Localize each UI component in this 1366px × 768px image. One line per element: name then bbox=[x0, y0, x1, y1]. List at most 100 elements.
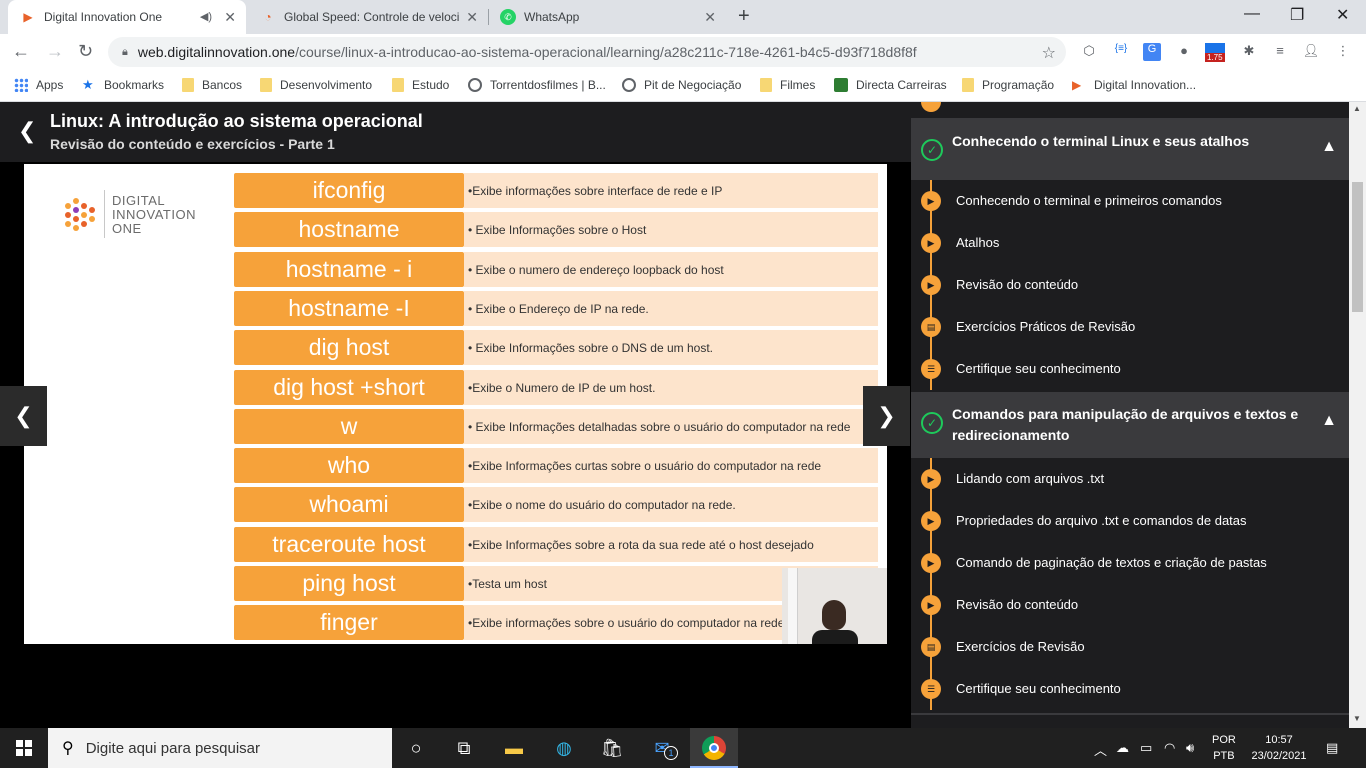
lesson-item[interactable]: ☰ Certifique seu conhecimento bbox=[911, 348, 1349, 390]
play-icon: ▶ bbox=[921, 469, 941, 489]
system-clock[interactable]: 10:57 23/02/2021 bbox=[1250, 732, 1308, 764]
bookmark-filmes[interactable]: Filmes bbox=[760, 78, 815, 92]
back-icon[interactable]: ← bbox=[12, 41, 30, 62]
volume-icon[interactable]: 🔊︎ bbox=[1186, 740, 1194, 756]
store-icon[interactable]: 🛍︎ bbox=[600, 736, 624, 760]
reading-list-icon[interactable]: ≡ bbox=[1271, 43, 1289, 61]
next-slide-button[interactable]: ❯ bbox=[863, 386, 910, 446]
notifications-icon[interactable]: ▤ bbox=[1326, 740, 1338, 756]
bookmark-bookmarks[interactable]: ★ Bookmarks bbox=[82, 78, 164, 93]
battery-icon[interactable]: ▭ bbox=[1140, 740, 1152, 756]
section-header[interactable]: ✓ Comandos para manipulação de arquivos … bbox=[911, 392, 1349, 458]
course-sidebar: ✓ Conhecendo o terminal Linux e seus ata… bbox=[911, 102, 1349, 728]
task-view-icon[interactable]: ⧉ bbox=[452, 736, 476, 760]
bookmark-programacao[interactable]: Programação bbox=[962, 78, 1054, 92]
tab-global-speed[interactable]: ◔ Global Speed: Controle de veloci ✕ bbox=[248, 0, 488, 34]
bookmark-apps[interactable]: Apps bbox=[14, 78, 63, 92]
lesson-item[interactable]: ▤ Exercícios de Revisão bbox=[911, 626, 1349, 668]
lesson-label: Lidando com arquivos .txt bbox=[956, 471, 1105, 486]
input-language[interactable]: POR PTB bbox=[1212, 732, 1236, 764]
scroll-down-icon[interactable]: ▼ bbox=[1353, 714, 1361, 723]
bookmark-bancos[interactable]: Bancos bbox=[182, 78, 242, 92]
tab-digital-innovation[interactable]: ▶ Digital Innovation One ◀︎) ✕ bbox=[8, 0, 246, 34]
command-label: dig host bbox=[234, 330, 464, 365]
lesson-item[interactable]: ▶ Lidando com arquivos .txt bbox=[911, 458, 1349, 500]
browser-toolbar: ← → ↻ 🔒︎ web.digitalinnovation.one/cours… bbox=[0, 34, 1366, 72]
lesson-item[interactable]: ▶ Comando de paginação de textos e criaçã… bbox=[911, 542, 1349, 584]
address-bar[interactable]: 🔒︎ web.digitalinnovation.one/course/linu… bbox=[108, 37, 1066, 67]
section-header[interactable]: ✓ Conhecendo o terminal Linux e seus ata… bbox=[911, 118, 1349, 180]
lesson-item[interactable]: ▤ Exercícios Práticos de Revisão bbox=[911, 306, 1349, 348]
page-scrollbar[interactable]: ▲ ▼ bbox=[1349, 102, 1366, 728]
speed-extension-icon[interactable]: 1.75 bbox=[1205, 43, 1229, 62]
forward-icon[interactable]: → bbox=[46, 41, 64, 62]
close-window-icon[interactable]: ✕ bbox=[1336, 5, 1349, 25]
lesson-item[interactable]: ▶ Propriedades do arquivo .txt e comandos… bbox=[911, 500, 1349, 542]
command-description: •Exibe o nome do usuário do computador n… bbox=[464, 487, 878, 522]
menu-kebab-icon[interactable]: ⋮ bbox=[1334, 43, 1352, 61]
chrome-taskbar-button[interactable] bbox=[690, 728, 738, 768]
onedrive-icon[interactable]: ☁ bbox=[1116, 740, 1129, 756]
json-extension-icon[interactable]: {≡} bbox=[1112, 43, 1130, 61]
bookmark-torrentdosfilmes[interactable]: Torrentdosfilmes | B... bbox=[468, 78, 606, 92]
dio-favicon-icon: ▶ bbox=[1072, 78, 1082, 92]
mail-icon[interactable]: ✉ 1 bbox=[650, 736, 678, 760]
bookmark-desenvolvimento[interactable]: Desenvolvimento bbox=[260, 78, 372, 92]
speaker-icon[interactable]: ◀︎) bbox=[200, 10, 212, 23]
close-tab-icon[interactable]: ✕ bbox=[704, 9, 716, 26]
edge-icon[interactable]: ◍ bbox=[552, 736, 576, 760]
back-chevron-icon[interactable]: ❮ bbox=[18, 118, 36, 144]
tab-whatsapp[interactable]: ✆ WhatsApp ✕ bbox=[488, 0, 726, 34]
search-placeholder: Digite aqui para pesquisar bbox=[85, 739, 260, 757]
bookmark-estudo[interactable]: Estudo bbox=[392, 78, 449, 92]
color-extension-icon[interactable]: ● bbox=[1175, 43, 1193, 61]
lesson-item[interactable]: ▶ Revisão do conteúdo bbox=[911, 264, 1349, 306]
command-description: •Exibe Informações curtas sobre o usuári… bbox=[464, 448, 878, 483]
chevron-up-icon[interactable]: ▲ bbox=[1321, 412, 1337, 430]
reload-icon[interactable]: ↻ bbox=[78, 41, 93, 62]
folder-icon bbox=[392, 78, 404, 92]
bookmark-pit-de-negociacao[interactable]: Pit de Negociação bbox=[622, 78, 741, 92]
cortana-icon[interactable]: ○ bbox=[404, 736, 428, 760]
command-description: • Exibe Informações sobre o DNS de um ho… bbox=[464, 330, 878, 365]
translate-extension-icon[interactable]: G bbox=[1143, 43, 1161, 61]
speed-badge: 1.75 bbox=[1205, 53, 1225, 62]
lesson-player: ❮ Linux: A introdução ao sistema operaci… bbox=[0, 102, 911, 728]
bookmark-star-icon[interactable]: ☆ bbox=[1042, 43, 1056, 63]
scroll-up-icon[interactable]: ▲ bbox=[1353, 104, 1361, 113]
url-text[interactable]: web.digitalinnovation.one/course/linux-a… bbox=[138, 44, 917, 60]
command-row: hostname • Exibe Informações sobre o Host bbox=[234, 212, 878, 247]
cube-extension-icon[interactable]: ⬡ bbox=[1080, 43, 1098, 61]
lesson-item[interactable]: ▶ Conhecendo o terminal e primeiros coman… bbox=[911, 180, 1349, 222]
chevron-up-icon[interactable]: ▲ bbox=[1321, 138, 1337, 156]
close-tab-icon[interactable]: ✕ bbox=[466, 9, 478, 26]
windows-taskbar: ⚲ Digite aqui para pesquisar ○ ⧉ ▬ ◍ 🛍︎ … bbox=[0, 728, 1366, 768]
lesson-label: Certifique seu conhecimento bbox=[956, 681, 1121, 696]
taskbar-search[interactable]: ⚲ Digite aqui para pesquisar bbox=[48, 728, 392, 768]
video-slide[interactable]: DIGITAL INNOVATION ONE ifconfig •Exibe in… bbox=[24, 164, 887, 644]
lesson-item[interactable]: ▶ Revisão do conteúdo bbox=[911, 584, 1349, 626]
command-label: finger bbox=[234, 605, 464, 640]
section-title: Conhecendo o terminal Linux e seus atalh… bbox=[952, 133, 1250, 149]
scroll-thumb[interactable] bbox=[1352, 182, 1363, 312]
previous-slide-button[interactable]: ❮ bbox=[0, 386, 47, 446]
lesson-item[interactable]: ☰ Certifique seu conhecimento bbox=[911, 668, 1349, 710]
profile-avatar-icon[interactable]: 👤︎ bbox=[1302, 43, 1320, 61]
close-tab-icon[interactable]: ✕ bbox=[224, 9, 236, 26]
command-label: hostname - i bbox=[234, 252, 464, 287]
new-tab-icon[interactable]: + bbox=[738, 5, 750, 28]
wifi-icon[interactable]: ◠ bbox=[1164, 740, 1175, 756]
show-hidden-icons-icon[interactable]: ︿ bbox=[1094, 740, 1107, 759]
folder-icon bbox=[260, 78, 272, 92]
command-label: who bbox=[234, 448, 464, 483]
windows-start-icon[interactable] bbox=[16, 740, 32, 756]
lesson-item[interactable]: ▶ Atalhos bbox=[911, 222, 1349, 264]
bookmark-directa-carreiras[interactable]: Directa Carreiras bbox=[834, 78, 947, 92]
lesson-label: Propriedades do arquivo .txt e comandos … bbox=[956, 513, 1247, 528]
lock-icon[interactable]: 🔒︎ bbox=[122, 46, 128, 59]
restore-icon[interactable]: ❐ bbox=[1290, 5, 1304, 25]
minimize-icon[interactable]: — bbox=[1244, 5, 1260, 23]
bookmark-digital-innovation[interactable]: ▶ Digital Innovation... bbox=[1072, 78, 1196, 92]
extensions-puzzle-icon[interactable]: ✱ bbox=[1240, 43, 1258, 61]
file-explorer-icon[interactable]: ▬ bbox=[502, 736, 526, 760]
